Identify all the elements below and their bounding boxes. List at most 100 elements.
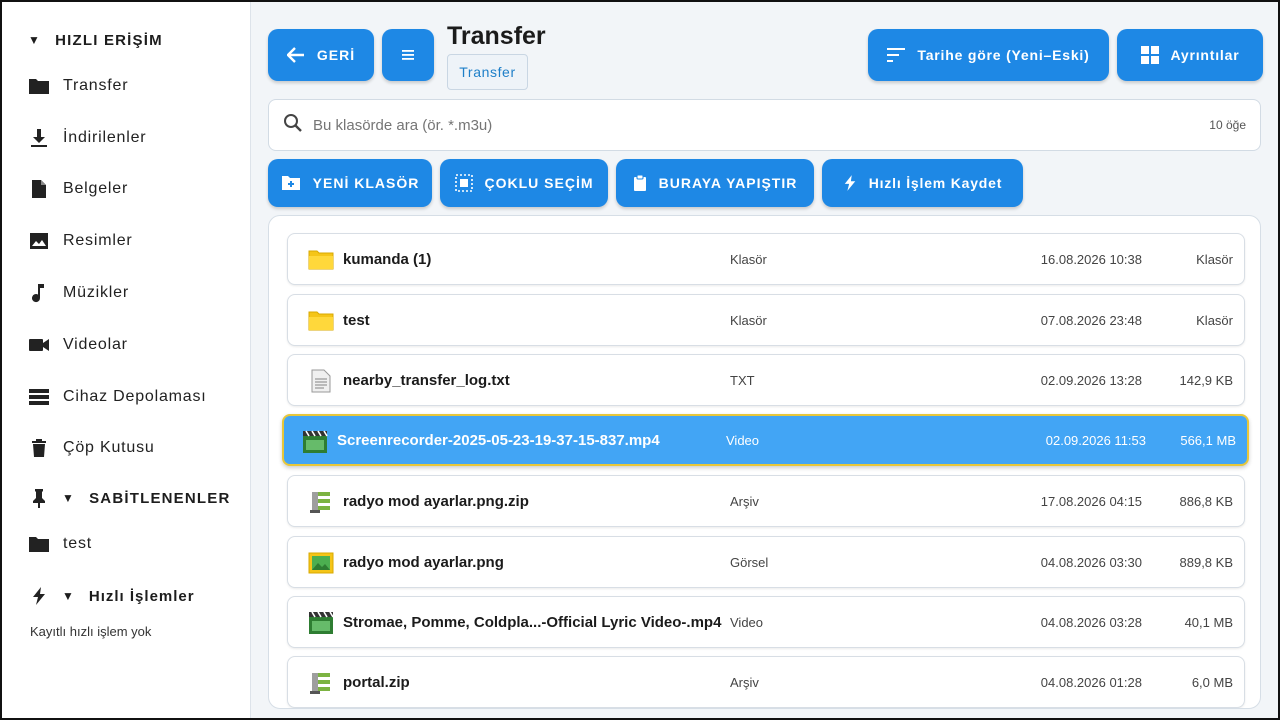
back-button-label: GERİ [316, 47, 356, 63]
file-size: 6,0 MB [1191, 674, 1233, 690]
grid-view-icon [1140, 46, 1159, 64]
breadcrumb[interactable]: Transfer [447, 54, 528, 90]
quick-actions-title: Hızlı İşlemler [88, 587, 195, 605]
quick-access-header[interactable]: ▼ HIZLI ERİŞİM [2, 24, 250, 56]
file-size: 886,8 KB [1179, 493, 1234, 509]
video-camera-icon [28, 334, 50, 356]
sidebar-item-label: Belgeler [63, 180, 129, 198]
file-type: Arşiv [730, 674, 759, 690]
file-row-selected[interactable]: Screenrecorder-2025-05-23-19-37-15-837.m… [282, 414, 1249, 466]
sidebar-item-label: test [63, 535, 92, 553]
file-date: 04.08.2026 03:28 [1040, 614, 1142, 630]
lightning-icon [843, 173, 857, 193]
save-quick-action-button[interactable]: Hızlı İşlem Kaydet [822, 159, 1023, 207]
file-name: radyo mod ayarlar.png [343, 553, 504, 571]
trash-icon [28, 437, 50, 459]
pinned-title: SABİTLENENLER [89, 489, 231, 507]
folder-icon [308, 308, 334, 334]
multi-select-button[interactable]: ÇOKLU SEÇİM [440, 159, 608, 207]
sort-icon [887, 48, 906, 62]
archive-icon [308, 670, 334, 696]
hamburger-icon [402, 47, 414, 63]
new-folder-button[interactable]: YENİ KLASÖR [268, 159, 432, 207]
file-type: Görsel [730, 554, 769, 570]
file-list: kumanda (1) Klasör 16.08.2026 10:38 Klas… [268, 215, 1261, 709]
file-type: Video [726, 432, 760, 448]
save-quick-action-label: Hızlı İşlem Kaydet [868, 175, 1003, 191]
file-type: TXT [730, 372, 755, 388]
search-input[interactable] [313, 116, 1210, 134]
file-type: Klasör [730, 251, 767, 267]
file-row[interactable]: nearby_transfer_log.txt TXT 02.09.2026 1… [287, 354, 1245, 406]
file-name: nearby_transfer_log.txt [343, 371, 510, 389]
quick-actions-empty-text: Kayıtlı hızlı işlem yok [30, 624, 152, 640]
file-row[interactable]: Stromae, Pomme, Coldpla...-Official Lyri… [287, 596, 1245, 648]
arrow-left-icon [286, 47, 305, 63]
sidebar-item-label: Transfer [63, 76, 129, 94]
file-size: 40,1 MB [1184, 614, 1233, 630]
sidebar-item-pinned-test[interactable]: test [2, 518, 250, 570]
sidebar-item-music[interactable]: Müzikler [2, 267, 250, 319]
back-button[interactable]: GERİ [268, 29, 374, 81]
pinned-header[interactable]: ▼ SABİTLENENLER [2, 482, 250, 514]
collapse-triangle-icon: ▼ [62, 589, 75, 604]
file-date: 02.09.2026 11:53 [1045, 432, 1146, 448]
sidebar-item-label: İndirilenler [63, 128, 147, 146]
file-name: portal.zip [343, 673, 410, 691]
file-date: 17.08.2026 04:15 [1040, 493, 1142, 509]
sort-button-label: Tarihe göre (Yeni–Eski) [917, 47, 1090, 63]
file-size: Klasör [1196, 312, 1233, 328]
item-count: 10 öğe [1209, 118, 1246, 132]
select-all-icon [454, 174, 473, 192]
file-date: 07.08.2026 23:48 [1040, 312, 1142, 328]
sidebar-item-label: Müzikler [63, 284, 129, 302]
file-row[interactable]: radyo mod ayarlar.png Görsel 04.08.2026 … [287, 536, 1245, 588]
file-type: Arşiv [730, 493, 759, 509]
sidebar-item-trash[interactable]: Çöp Kutusu [2, 423, 250, 475]
file-row[interactable]: radyo mod ayarlar.png.zip Arşiv 17.08.20… [287, 475, 1245, 527]
quick-access-title: HIZLI ERİŞİM [55, 31, 163, 49]
clipboard-icon [633, 174, 647, 192]
image-icon [28, 230, 50, 252]
file-size: Klasör [1196, 251, 1233, 267]
file-date: 04.08.2026 01:28 [1040, 674, 1142, 690]
sidebar-item-transfer[interactable]: Transfer [2, 60, 250, 112]
sidebar-item-device-storage[interactable]: Cihaz Depolaması [2, 371, 250, 423]
sidebar: ▼ HIZLI ERİŞİM Transfer İndirilenler Bel… [2, 2, 251, 718]
search-bar: 10 öğe [268, 99, 1261, 151]
sort-button[interactable]: Tarihe göre (Yeni–Eski) [868, 29, 1109, 81]
folder-icon [28, 533, 50, 555]
file-row[interactable]: kumanda (1) Klasör 16.08.2026 10:38 Klas… [287, 233, 1245, 285]
page-title: Transfer [447, 22, 546, 50]
file-name: kumanda (1) [343, 250, 432, 268]
sidebar-item-label: Cihaz Depolaması [63, 387, 207, 405]
file-row[interactable]: test Klasör 07.08.2026 23:48 Klasör [287, 294, 1245, 346]
sidebar-item-videos[interactable]: Videolar [2, 319, 250, 371]
file-date: 04.08.2026 03:30 [1040, 554, 1142, 570]
file-name: Stromae, Pomme, Coldpla...-Official Lyri… [343, 613, 722, 631]
music-icon [28, 282, 50, 304]
file-size: 142,9 KB [1179, 372, 1234, 388]
details-button-label: Ayrıntılar [1170, 47, 1240, 63]
details-button[interactable]: Ayrıntılar [1117, 29, 1263, 81]
download-icon [28, 127, 50, 149]
video-file-icon [308, 610, 334, 636]
sidebar-item-label: Resimler [63, 232, 133, 250]
file-size: 889,8 KB [1179, 554, 1234, 570]
quick-actions-header[interactable]: ▼ Hızlı İşlemler [2, 580, 250, 612]
paste-here-label: BURAYA YAPIŞTIR [658, 175, 798, 191]
main-panel: GERİ Transfer Transfer Tarihe göre (Yeni… [251, 2, 1278, 718]
file-date: 16.08.2026 10:38 [1040, 251, 1142, 267]
file-type: Video [730, 614, 764, 630]
add-folder-icon [281, 175, 301, 191]
menu-button[interactable] [382, 29, 434, 81]
sidebar-item-downloads[interactable]: İndirilenler [2, 112, 250, 164]
paste-here-button[interactable]: BURAYA YAPIŞTIR [616, 159, 814, 207]
sidebar-item-pictures[interactable]: Resimler [2, 215, 250, 267]
app-window: ▼ HIZLI ERİŞİM Transfer İndirilenler Bel… [0, 0, 1280, 720]
file-date: 02.09.2026 13:28 [1040, 372, 1142, 388]
sidebar-item-documents[interactable]: Belgeler [2, 164, 250, 216]
file-name: Screenrecorder-2025-05-23-19-37-15-837.m… [337, 431, 660, 449]
folder-icon [28, 75, 50, 97]
file-row[interactable]: portal.zip Arşiv 04.08.2026 01:28 6,0 MB [287, 656, 1245, 708]
